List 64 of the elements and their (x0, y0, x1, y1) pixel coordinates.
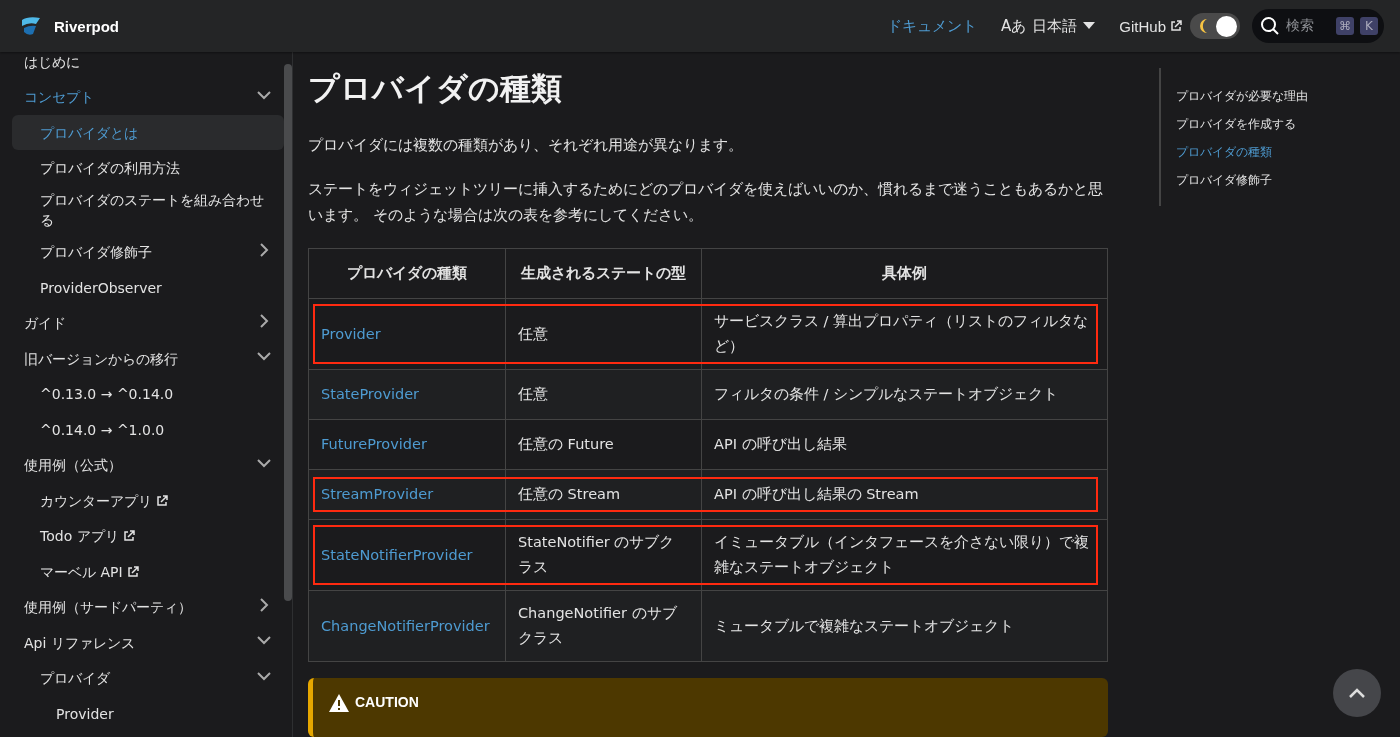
search-field[interactable]: 検索 ⌘ K (1252, 9, 1384, 43)
table-cell: 任意 (505, 298, 702, 370)
toc-link[interactable]: プロバイダが必要な理由 (1176, 88, 1308, 104)
caret-icon (1083, 22, 1096, 30)
sidebar-item[interactable]: Provider (12, 696, 284, 731)
sidebar-item[interactable]: ガイド (12, 305, 284, 341)
warning-icon (329, 694, 349, 712)
search-icon (1260, 16, 1280, 36)
table-cell: 任意 (505, 369, 702, 420)
shortcut-key: K (1360, 17, 1378, 35)
back-to-top-button[interactable] (1333, 669, 1381, 717)
sidebar-item[interactable]: ProviderObserver (12, 270, 284, 305)
external-link-icon (156, 494, 168, 507)
sidebar-item[interactable]: プロバイダとは (12, 115, 284, 150)
table-cell: 任意の Future (505, 419, 702, 470)
sidebar-item[interactable]: 使用例（公式） (12, 447, 284, 483)
column-header: プロバイダの種類 (308, 248, 506, 299)
sidebar-item[interactable]: 旧バージョンからの移行 (12, 341, 284, 376)
table-cell: API の呼び出し結果 (701, 419, 1108, 470)
external-link-icon (1170, 20, 1182, 32)
language-dropdown[interactable]: Aあ 日本語 (1001, 16, 1096, 36)
github-link[interactable]: GitHub (1119, 17, 1182, 35)
table-cell: 任意の Stream (505, 469, 702, 520)
external-link-icon (122, 530, 135, 542)
sidebar-item[interactable]: プロバイダのステートを組み合わせる (12, 186, 284, 234)
provider-link[interactable]: ChangeNotifierProvider (321, 617, 490, 634)
logo-icon[interactable] (20, 16, 42, 36)
column-header: 生成されるステートの型 (505, 248, 702, 299)
provider-link[interactable]: Provider (321, 325, 381, 342)
sidebar-item[interactable]: Todo アプリ (12, 518, 284, 554)
shortcut-key: ⌘ (1336, 17, 1354, 35)
toc-link[interactable]: プロバイダを作成する (1176, 116, 1308, 132)
paragraph: ステートをウィジェットツリーに挿入するためにどのプロバイダを使えばいいのか、慣れるまで迷うこともあるかと思います。 そのような場合は次の表を参考にしてください。 (308, 180, 1104, 225)
chevron-up-icon (1348, 687, 1366, 699)
table-cell: フィルタの条件 / シンプルなステートオブジェクト (701, 369, 1108, 420)
provider-link[interactable]: StateProvider (321, 386, 420, 402)
admonition-title: CAUTION (355, 694, 419, 710)
sidebar-item[interactable]: カウンターアプリ (12, 483, 284, 518)
brand-name[interactable]: Riverpod (54, 17, 119, 35)
table-cell: ChangeNotifier のサブクラス (505, 590, 702, 662)
table-cell: ミュータブルで複雑なステートオブジェクト (701, 590, 1108, 662)
paragraph: プロバイダには複数の種類があり、それぞれ用途が異なります。 (308, 136, 744, 155)
provider-link[interactable]: StreamProvider (321, 486, 434, 502)
theme-toggle[interactable] (1190, 13, 1240, 39)
page-title: プロバイダの種類 (308, 69, 563, 108)
sidebar-item[interactable]: プロバイダ修飾子 (12, 234, 284, 270)
toc-link[interactable]: プロバイダの種類 (1176, 144, 1308, 160)
nav-link[interactable]: ドキュメント (887, 16, 978, 36)
sidebar-item[interactable]: 使用例（サードパーティ） (12, 589, 284, 625)
sidebar-item[interactable]: プロバイダ (12, 660, 284, 696)
sidebar-item[interactable]: Api リファレンス (12, 625, 284, 660)
external-link-icon (126, 565, 139, 578)
sidebar-item[interactable]: ^0.13.0 → ^0.14.0 (12, 376, 284, 412)
toc-link[interactable]: プロバイダ修飾子 (1176, 172, 1308, 188)
provider-link[interactable]: FutureProvider (321, 436, 427, 452)
sidebar-item[interactable]: はじめに (12, 52, 284, 79)
provider-link[interactable]: StateNotifierProvider (321, 546, 473, 563)
sidebar-item[interactable]: ^0.14.0 → ^1.0.0 (12, 412, 284, 447)
sidebar-item[interactable]: コンセプト (12, 79, 284, 115)
table-cell: StateNotifier のサブクラス (505, 519, 702, 591)
scrollbar[interactable] (284, 64, 292, 601)
column-header: 具体例 (701, 248, 1108, 299)
sidebar-item[interactable]: プロバイダの利用方法 (12, 150, 284, 186)
sidebar-item[interactable]: マーベル API (12, 554, 284, 589)
